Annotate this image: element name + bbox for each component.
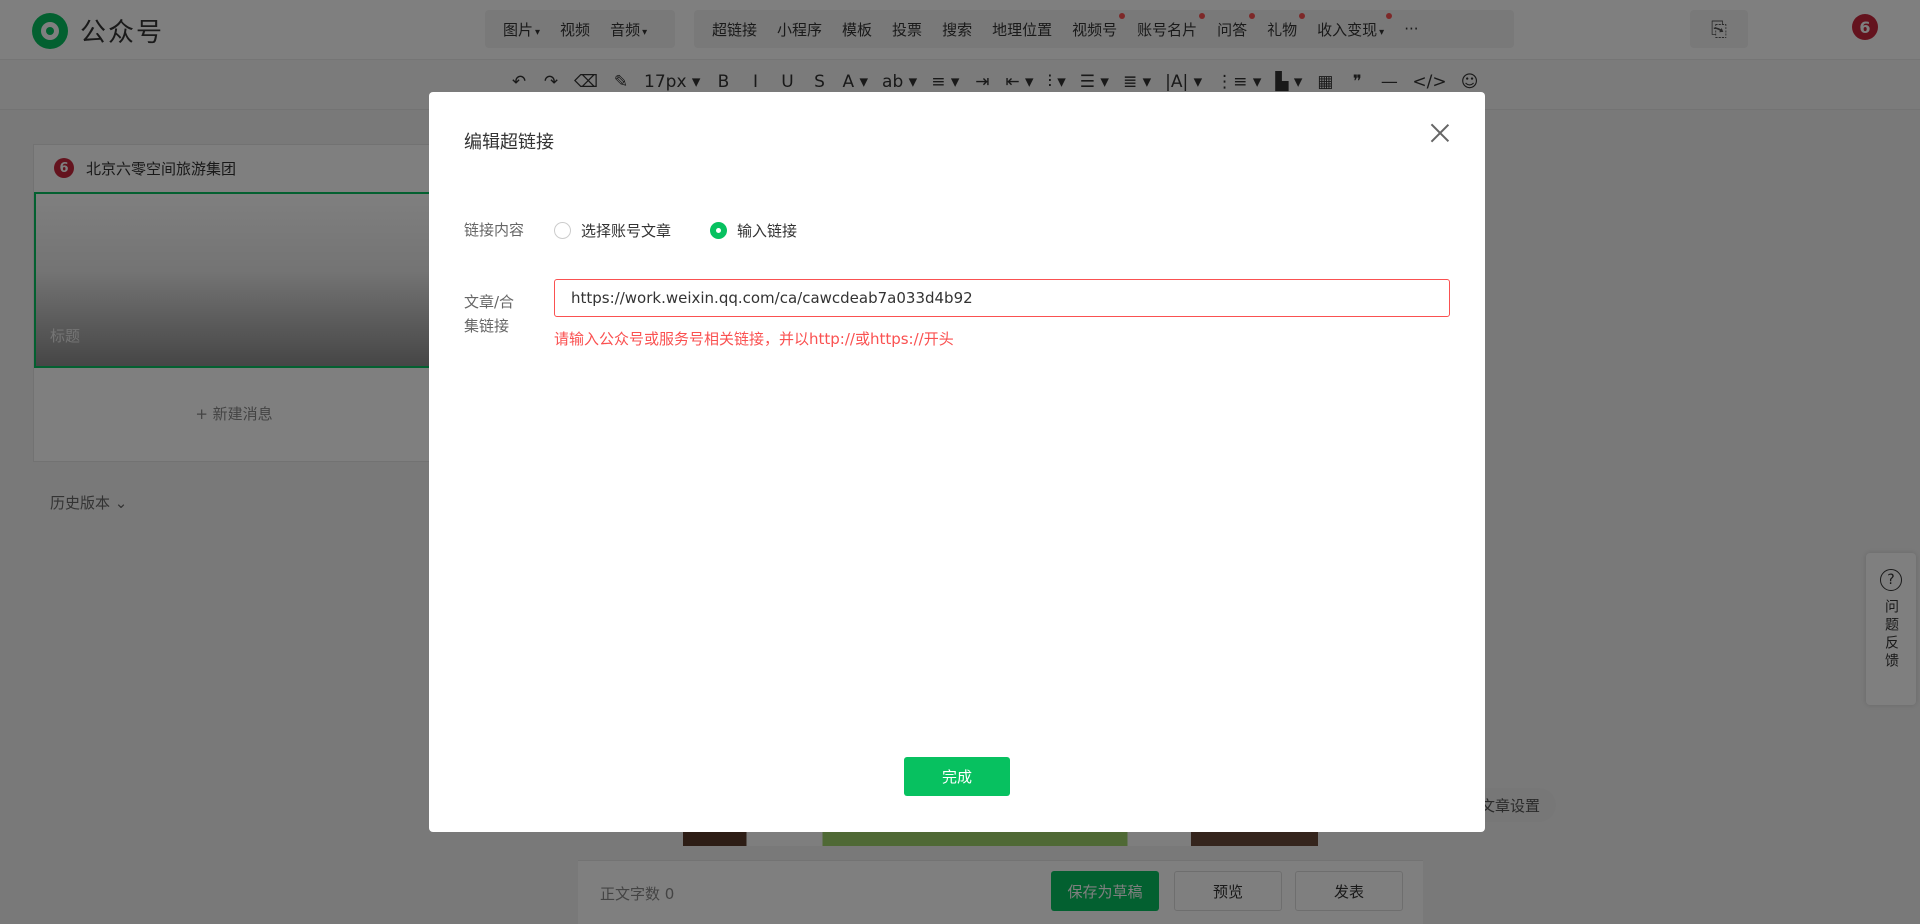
edit-hyperlink-dialog: 编辑超链接 链接内容 选择账号文章 输入链接 文章/合集链接 请输入公众号或服务… (429, 92, 1485, 832)
article-link-label: 文章/合集链接 (464, 293, 515, 335)
radio-label: 输入链接 (737, 222, 798, 240)
url-error-message: 请输入公众号或服务号相关链接，并以http://或https://开头 (554, 330, 954, 348)
done-button[interactable]: 完成 (904, 757, 1010, 796)
radio-input-link[interactable]: 输入链接 (710, 220, 797, 241)
close-icon[interactable] (1425, 118, 1455, 148)
dialog-title: 编辑超链接 (464, 132, 554, 153)
radio-circle-icon (554, 222, 571, 239)
radio-label: 选择账号文章 (581, 222, 672, 240)
url-input[interactable] (554, 279, 1450, 317)
link-content-label: 链接内容 (464, 221, 525, 239)
radio-select-article[interactable]: 选择账号文章 (554, 220, 671, 241)
radio-checked-icon (710, 222, 727, 239)
